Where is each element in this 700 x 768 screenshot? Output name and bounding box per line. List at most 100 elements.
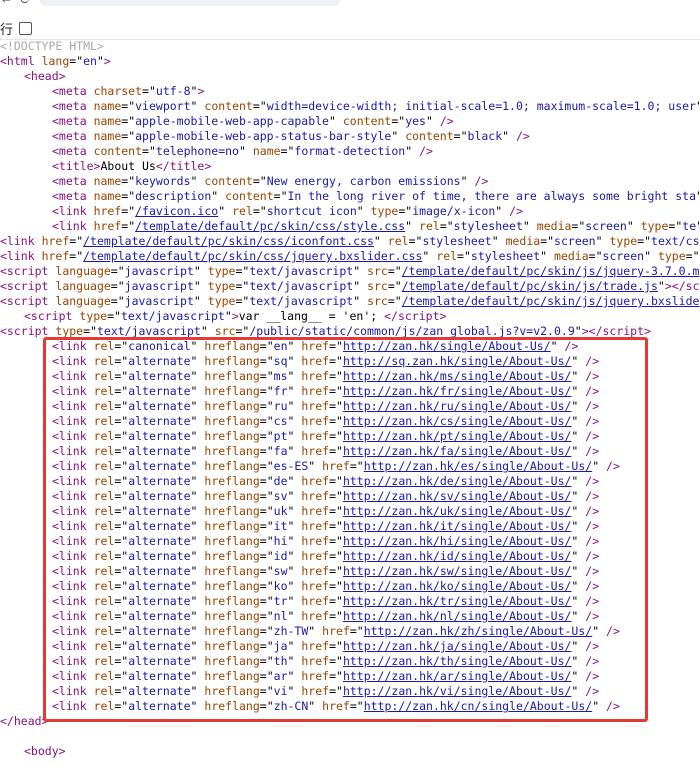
attr-quote: " <box>287 519 295 533</box>
attr-quote: " <box>405 219 413 233</box>
source-link[interactable]: http://zan.hk/vi/single/About-Us/ <box>343 684 571 698</box>
attr-quote: " <box>353 279 361 293</box>
attr-value: alternate <box>128 399 191 413</box>
attr-name: src <box>367 279 388 293</box>
attr-value: alternate <box>128 534 191 548</box>
source-link[interactable]: http://sq.zan.hk/single/About-Us/ <box>343 354 571 368</box>
line-wrap-bar: 行 <box>0 17 700 40</box>
attr-quote: " <box>657 279 665 293</box>
source-link[interactable]: /template/default/pc/skin/js/jquery-3.7.… <box>402 264 700 278</box>
source-link[interactable]: http://zan.hk/de/single/About-Us/ <box>343 474 571 488</box>
attr-quote: =" <box>114 399 129 413</box>
source-link[interactable]: http://zan.hk/uk/single/About-Us/ <box>343 504 571 518</box>
code-line: <link rel="alternate" hreflang="zh-CN" h… <box>52 699 620 714</box>
attr-name: href <box>301 444 330 458</box>
attr-quote: =" <box>398 204 413 218</box>
source-link[interactable]: http://zan.hk/ms/single/About-Us/ <box>343 369 571 383</box>
attr-name: rel <box>93 624 115 638</box>
attr-name: hreflang <box>204 564 260 578</box>
reload-icon[interactable]: ⟳ <box>20 0 32 8</box>
attr-quote: =" <box>121 129 136 143</box>
source-link[interactable]: /favicon.ico <box>135 204 218 218</box>
attr-value: alternate <box>128 609 191 623</box>
attr-quote: " <box>190 519 198 533</box>
attr-name: href <box>301 549 330 563</box>
source-link[interactable]: http://zan.hk/es/single/About-Us/ <box>364 459 592 473</box>
attr-quote: =" <box>259 384 274 398</box>
source-link[interactable]: http://zan.hk/ru/single/About-Us/ <box>343 399 571 413</box>
code-line: <link rel="alternate" hreflang="cs" href… <box>52 414 599 429</box>
source-link[interactable]: http://zan.hk/sv/single/About-Us/ <box>343 489 571 503</box>
attr-quote: " <box>287 414 295 428</box>
source-link[interactable]: http://zan.hk/id/single/About-Us/ <box>343 549 571 563</box>
attr-quote: " <box>422 249 430 263</box>
attr-quote: " <box>190 354 198 368</box>
source-link[interactable]: /template/default/pc/skin/js/trade.js <box>402 279 658 293</box>
source-link[interactable]: http://zan.hk/pt/single/About-Us/ <box>343 429 571 443</box>
attr-quote: " <box>190 639 198 653</box>
attr-quote: =" <box>329 354 343 368</box>
source-link[interactable]: http://zan.hk/single/About-Us/ <box>343 339 551 353</box>
source-link[interactable]: http://zan.hk/tr/single/About-Us/ <box>343 594 571 608</box>
attr-name: name <box>252 144 281 158</box>
attr-value: cs <box>273 414 288 428</box>
source-link[interactable]: http://zan.hk/ko/single/About-Us/ <box>343 579 571 593</box>
code-line: <script language="javascript" type="text… <box>0 294 700 309</box>
source-link[interactable]: http://zan.hk/sw/single/About-Us/ <box>343 564 571 578</box>
attr-quote: =" <box>235 294 250 308</box>
source-link[interactable]: http://zan.hk/ja/single/About-Us/ <box>343 639 571 653</box>
source-link[interactable]: http://zan.hk/cs/single/About-Us/ <box>343 414 571 428</box>
source-link[interactable]: http://zan.hk/th/single/About-Us/ <box>343 654 571 668</box>
attr-name: hreflang <box>204 444 260 458</box>
source-link[interactable]: /template/default/pc/skin/css/jquery.bxs… <box>83 249 422 263</box>
attr-name: name <box>93 189 122 203</box>
source-link[interactable]: http://zan.hk/fa/single/About-Us/ <box>343 444 571 458</box>
code-line: <link rel="alternate" hreflang="fr" href… <box>52 384 599 399</box>
source-link[interactable]: http://zan.hk/cn/single/About-Us/ <box>364 699 592 713</box>
attr-quote: " <box>696 99 700 113</box>
attr-quote: =" <box>329 609 343 623</box>
source-link[interactable]: http://zan.hk/it/single/About-Us/ <box>343 519 571 533</box>
attr-value: text/javascript <box>249 264 354 278</box>
code-line: <meta charset="utf-8"> <box>52 84 204 99</box>
tag-open: <link <box>52 429 87 443</box>
attr-name: rel <box>93 339 115 353</box>
code-line: <link href="/template/default/pc/skin/cs… <box>0 249 700 264</box>
attr-value: en <box>273 339 288 353</box>
attr-name: language <box>55 279 111 293</box>
source-link[interactable]: http://zan.hk/hi/single/About-Us/ <box>343 534 571 548</box>
attr-quote: =" <box>637 234 652 248</box>
line-wrap-checkbox[interactable] <box>19 21 33 35</box>
attr-quote: =" <box>114 369 129 383</box>
attr-name: hreflang <box>204 654 260 668</box>
attr-quote: =" <box>685 249 700 263</box>
source-link[interactable]: http://zan.hk/fr/single/About-Us/ <box>343 384 571 398</box>
tag-open: <link <box>52 609 87 623</box>
back-arrow-icon[interactable]: ← <box>2 0 10 8</box>
attr-quote: =" <box>259 639 274 653</box>
attr-quote: " <box>190 594 198 608</box>
source-link[interactable]: http://zan.hk/ar/single/About-Us/ <box>343 669 571 683</box>
code-line: <link rel="alternate" hreflang="th" href… <box>52 654 599 669</box>
source-link[interactable]: http://zan.hk/zh/single/About-Us/ <box>364 624 592 638</box>
attr-quote: " <box>190 624 198 638</box>
code-line: <title>About Us</title> <box>52 159 211 174</box>
attr-quote: =" <box>259 429 274 443</box>
attr-value: en <box>83 54 97 68</box>
tag-end: /> <box>599 459 620 473</box>
address-bar[interactable] <box>40 0 340 6</box>
attr-name: rel <box>93 519 115 533</box>
attr-name: href <box>301 414 330 428</box>
code-line: <link rel="alternate" hreflang="ja" href… <box>52 639 599 654</box>
source-link[interactable]: http://zan.hk/nl/single/About-Us/ <box>343 609 571 623</box>
attr-name: href <box>301 339 330 353</box>
attr-quote: " <box>353 294 361 308</box>
source-link[interactable]: /template/default/pc/skin/css/iconfont.c… <box>83 234 374 248</box>
source-link[interactable]: /template/default/pc/skin/css/style.css <box>135 219 405 233</box>
source-link[interactable]: /template/default/pc/skin/js/jquery.bxsl… <box>402 294 700 308</box>
tag-end: /> <box>578 369 600 383</box>
attr-name: rel <box>93 534 115 548</box>
attr-name: src <box>367 264 388 278</box>
attr-quote: " <box>287 444 295 458</box>
attr-value: text/cs <box>651 234 700 248</box>
